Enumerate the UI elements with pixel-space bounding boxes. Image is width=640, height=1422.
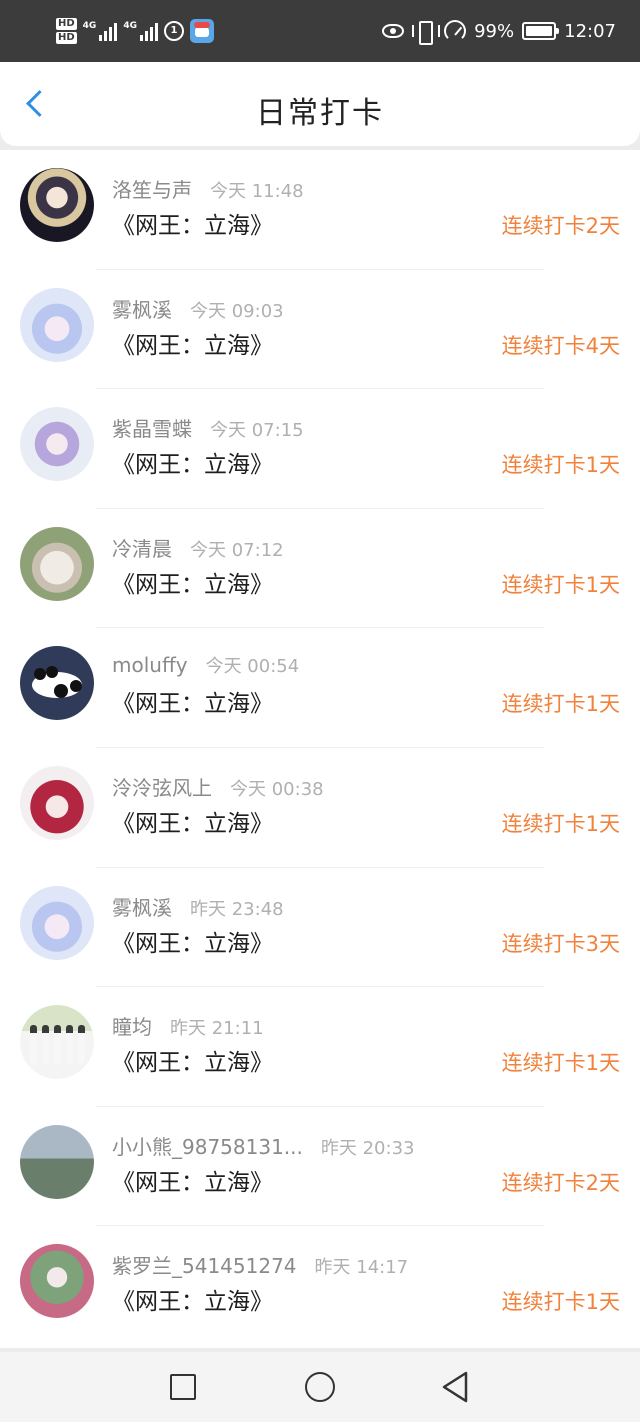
- username[interactable]: 紫罗兰_541451274: [112, 1250, 297, 1279]
- signal-2: 4G: [123, 21, 158, 41]
- streak-label: 连续打卡2天: [501, 1170, 620, 1195]
- status-bar: HD HD 4G 4G 1 99% 12:07: [0, 0, 640, 62]
- network-type-1: 4G: [82, 21, 97, 31]
- checkin-time: 今天 09:03: [190, 300, 284, 322]
- avatar[interactable]: [20, 407, 94, 482]
- back-triangle-icon[interactable]: [440, 1370, 470, 1404]
- checkin-time: 今天 07:15: [210, 420, 304, 442]
- streak-label: 连续打卡1天: [501, 1290, 620, 1315]
- book-title: 《网王：立海》: [112, 1289, 273, 1316]
- notification-badge-icon: 1: [163, 21, 184, 41]
- streak-label: 连续打卡3天: [501, 931, 620, 956]
- avatar[interactable]: [20, 765, 94, 840]
- list-item[interactable]: 泠泠弦风上 今天 00:38 《网王：立海》 连续打卡1天: [0, 748, 640, 868]
- list-item[interactable]: 小小熊_98758131... 昨天 20:33 《网王：立海》 连续打卡2天: [0, 1107, 640, 1227]
- avatar[interactable]: [20, 526, 94, 601]
- username[interactable]: moluffy: [112, 653, 188, 677]
- book-title: 《网王：立海》: [112, 213, 273, 239]
- avatar[interactable]: [20, 885, 94, 960]
- home-circle-icon[interactable]: [305, 1372, 335, 1402]
- book-title: 《网王：立海》: [112, 1050, 273, 1077]
- username[interactable]: 泠泠弦风上: [112, 772, 212, 801]
- item-meta: 瞳均 昨天 21:11: [112, 1011, 264, 1040]
- checkin-time: 昨天 20:33: [320, 1137, 415, 1159]
- battery-icon: [522, 22, 560, 40]
- avatar[interactable]: [20, 287, 94, 362]
- username[interactable]: 雾枫溪: [112, 892, 172, 921]
- streak-label: 连续打卡1天: [501, 1051, 620, 1076]
- book-title: 《网王：立海》: [112, 1169, 273, 1196]
- username[interactable]: 瞳均: [112, 1011, 152, 1040]
- list-item[interactable]: 紫晶雪蝶 今天 07:15 《网王：立海》 连续打卡1天: [0, 389, 640, 509]
- checkin-time: 今天 11:48: [210, 181, 304, 202]
- checkin-time: 今天 00:38: [230, 778, 324, 800]
- item-meta: 冷清晨 今天 07:12: [112, 533, 284, 562]
- book-title: 《网王：立海》: [112, 810, 273, 837]
- checkin-time: 今天 00:54: [205, 656, 300, 678]
- book-title: 《网王：立海》: [112, 571, 273, 598]
- clock: 12:07: [564, 20, 616, 42]
- username[interactable]: 雾枫溪: [112, 294, 172, 323]
- avatar[interactable]: [20, 1005, 94, 1080]
- streak-label: 连续打卡1天: [501, 811, 620, 836]
- item-meta: 泠泠弦风上 今天 00:38: [112, 772, 324, 801]
- item-meta: moluffy 今天 00:54: [112, 652, 299, 678]
- recents-square-icon[interactable]: [170, 1374, 196, 1400]
- checkin-time: 昨天 23:48: [190, 898, 284, 920]
- item-meta: 雾枫溪 今天 09:03: [112, 294, 284, 323]
- item-meta: 雾枫溪 昨天 23:48: [112, 892, 284, 921]
- list-item[interactable]: 洛笙与声 今天 11:48 《网王：立海》 连续打卡2天: [0, 150, 640, 270]
- speed-icon: [444, 20, 467, 42]
- signal-bars-icon: [99, 21, 118, 41]
- book-title: 《网王：立海》: [112, 452, 273, 479]
- system-nav-bar: [0, 1352, 640, 1422]
- username[interactable]: 紫晶雪蝶: [112, 413, 192, 442]
- avatar[interactable]: [20, 168, 94, 242]
- signal-bars-icon: [139, 21, 158, 41]
- streak-label: 连续打卡1天: [501, 572, 620, 597]
- checkin-time: 昨天 14:17: [314, 1257, 409, 1279]
- eye-icon: [382, 24, 405, 38]
- username[interactable]: 洛笙与声: [112, 174, 192, 203]
- sim1-hd-badge: HD: [56, 18, 77, 30]
- streak-label: 连续打卡4天: [501, 333, 620, 358]
- avatar[interactable]: [20, 1124, 94, 1199]
- item-meta: 洛笙与声 今天 11:48: [112, 174, 304, 203]
- signal-1: 4G: [83, 21, 118, 41]
- avatar[interactable]: [20, 646, 94, 721]
- status-right: 99% 12:07: [382, 12, 616, 50]
- checkin-time: 今天 07:12: [190, 539, 284, 561]
- header: 日常打卡: [0, 62, 640, 146]
- battery-percent: 99%: [474, 20, 515, 42]
- book-title: 《网王：立海》: [112, 930, 273, 957]
- vibrate-icon: [412, 20, 441, 45]
- book-title: 《网王：立海》: [112, 691, 273, 718]
- streak-label: 连续打卡1天: [501, 692, 620, 717]
- item-meta: 紫晶雪蝶 今天 07:15: [112, 413, 304, 442]
- streak-label: 连续打卡1天: [501, 453, 620, 478]
- username[interactable]: 小小熊_98758131...: [112, 1131, 303, 1160]
- username[interactable]: 冷清晨: [112, 533, 172, 562]
- item-meta: 小小熊_98758131... 昨天 20:33: [112, 1131, 414, 1160]
- list-item[interactable]: 雾枫溪 昨天 23:48 《网王：立海》 连续打卡3天: [0, 868, 640, 988]
- page-title: 日常打卡: [256, 96, 384, 131]
- checkin-time: 昨天 21:11: [170, 1018, 264, 1040]
- avatar[interactable]: [20, 1244, 94, 1319]
- streak-label: 连续打卡2天: [501, 214, 620, 238]
- network-type-2: 4G: [123, 21, 137, 31]
- sim2-hd-badge: HD: [56, 32, 77, 44]
- sim-indicators: HD HD: [56, 18, 77, 44]
- item-meta: 紫罗兰_541451274 昨天 14:17: [112, 1250, 408, 1279]
- app-notification-icon: [189, 19, 214, 43]
- list-item[interactable]: 冷清晨 今天 07:12 《网王：立海》 连续打卡1天: [0, 509, 640, 629]
- list-item[interactable]: 瞳均 昨天 21:11 《网王：立海》 连续打卡1天: [0, 987, 640, 1107]
- list-item[interactable]: 紫罗兰_541451274 昨天 14:17 《网王：立海》 连续打卡1天: [0, 1226, 640, 1346]
- book-title: 《网王：立海》: [112, 332, 273, 359]
- status-left: HD HD 4G 4G 1: [56, 12, 214, 50]
- checkin-list: 洛笙与声 今天 11:48 《网王：立海》 连续打卡2天 雾枫溪 今天 09:0…: [0, 150, 640, 1348]
- list-item[interactable]: 雾枫溪 今天 09:03 《网王：立海》 连续打卡4天: [0, 270, 640, 390]
- list-item[interactable]: moluffy 今天 00:54 《网王：立海》 连续打卡1天: [0, 628, 640, 748]
